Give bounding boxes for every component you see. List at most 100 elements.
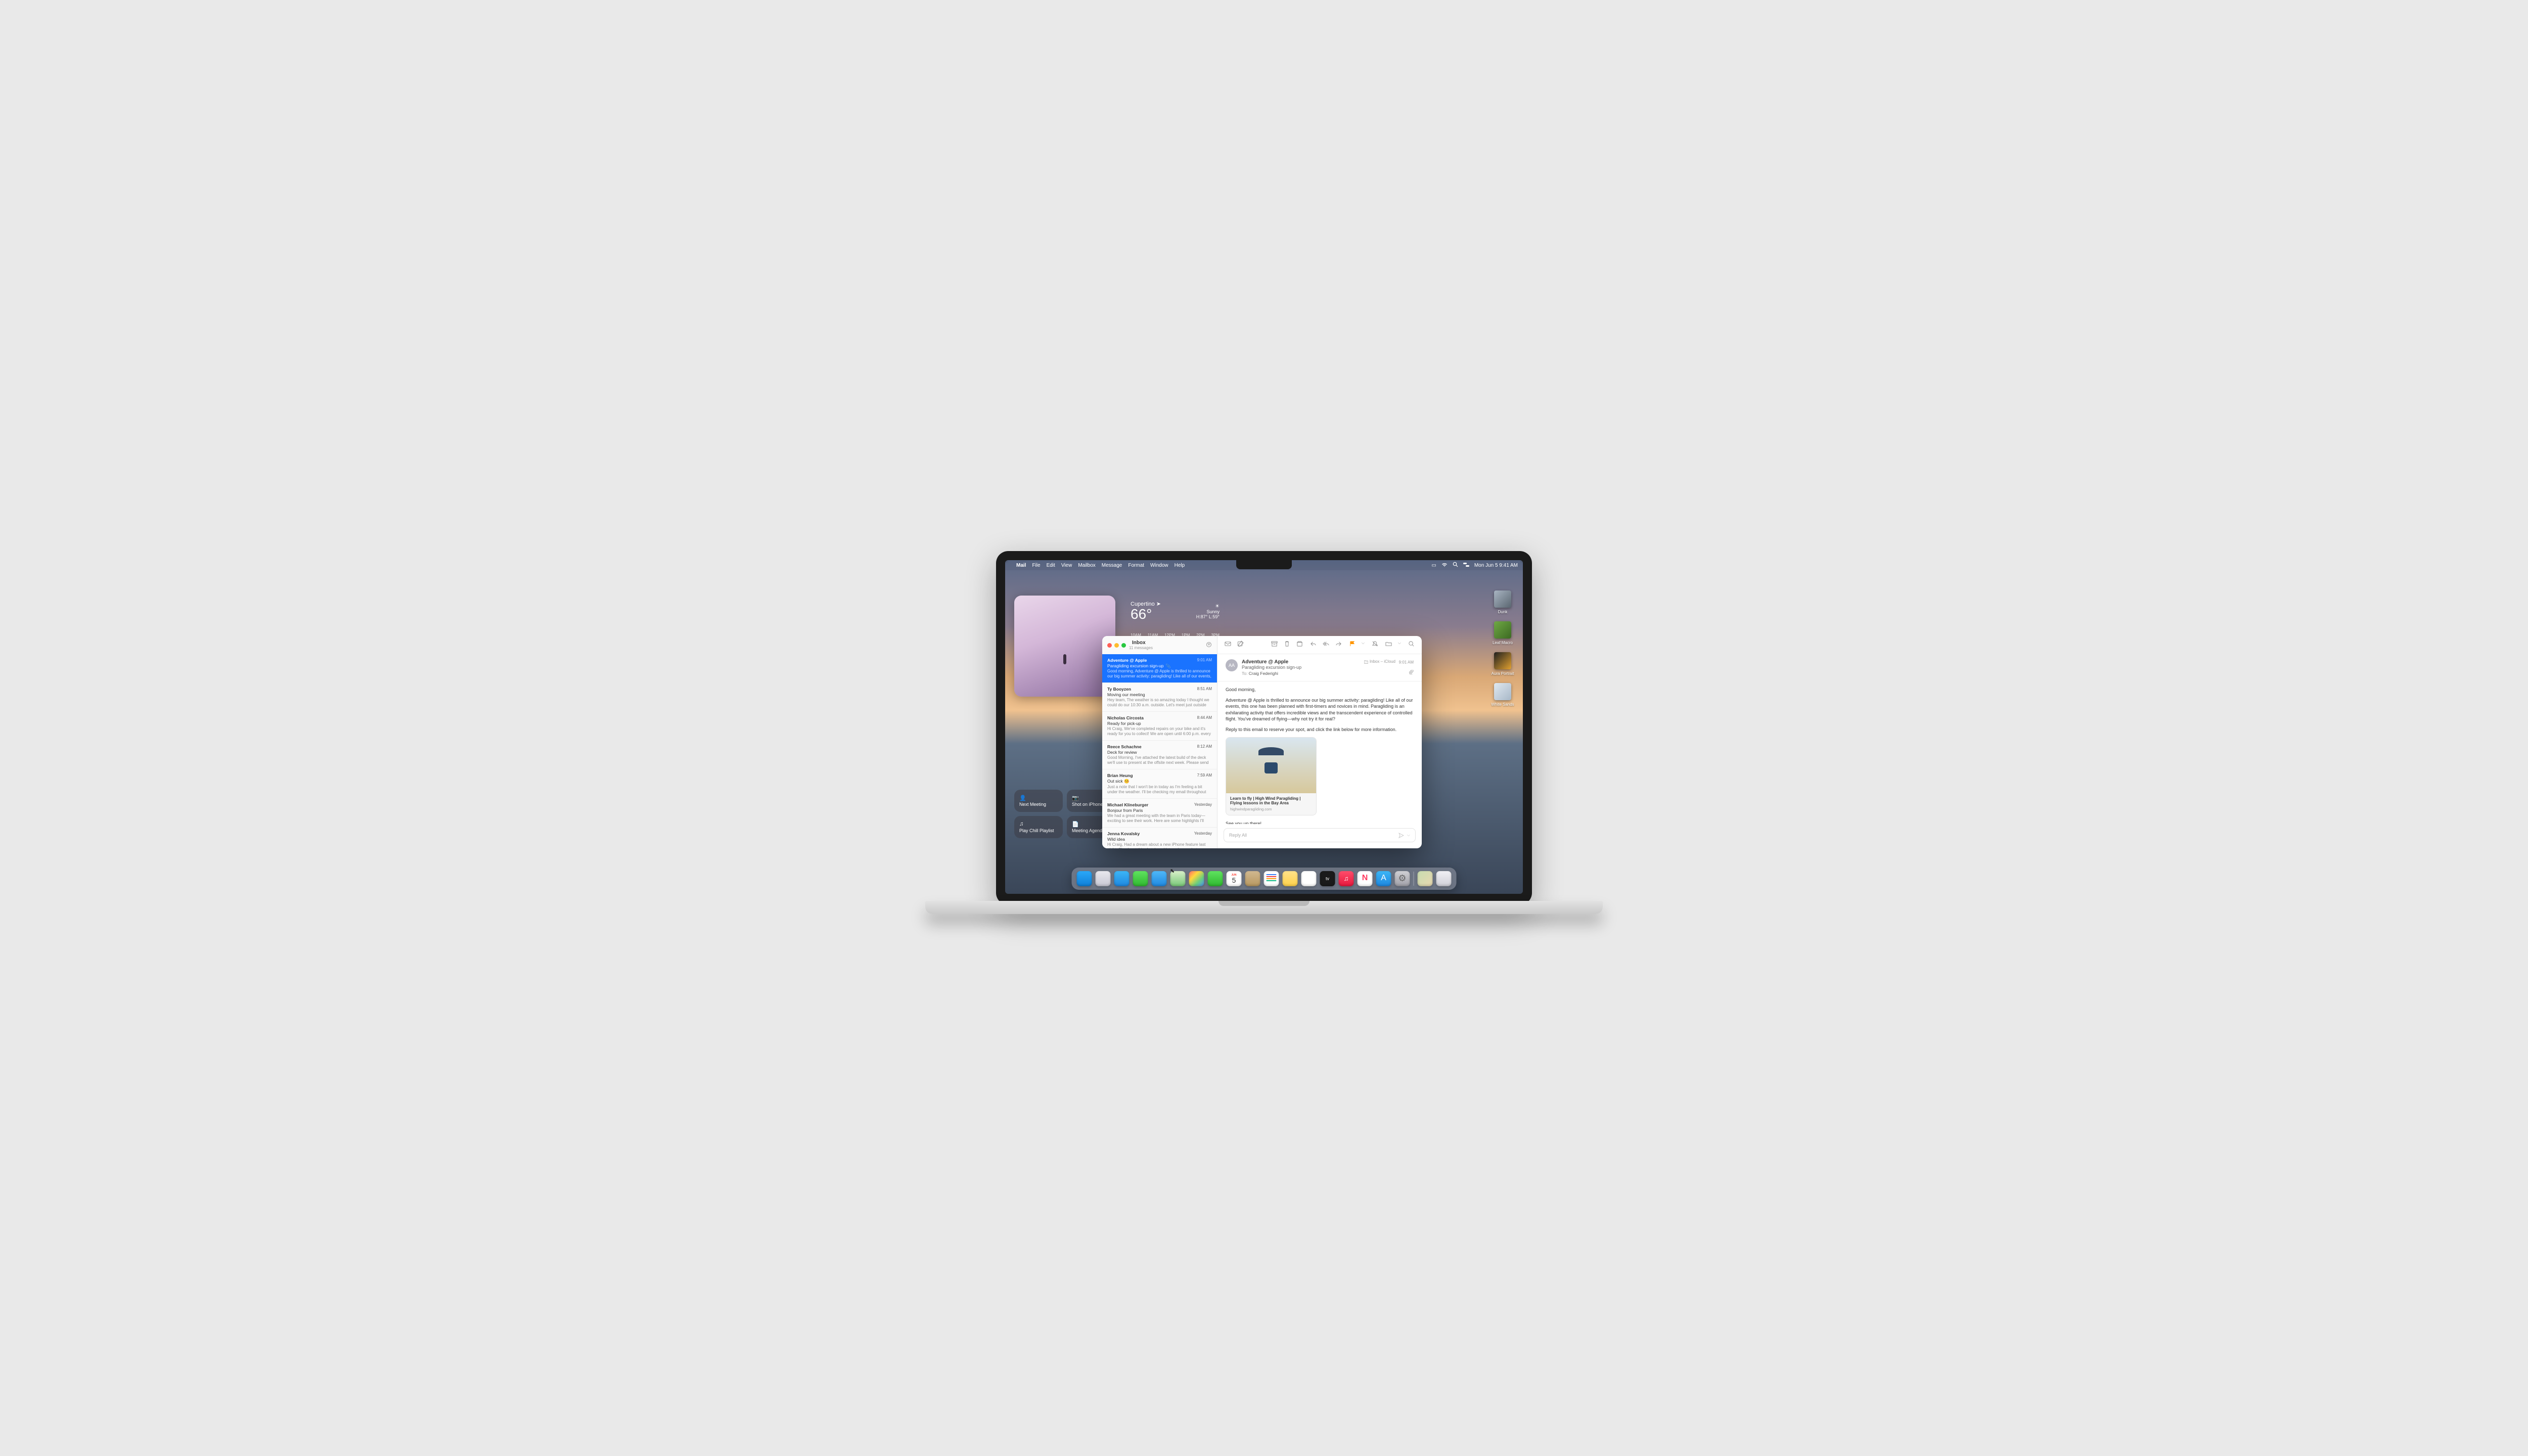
menubar-app-name[interactable]: Mail [1016,563,1026,568]
compose-icon[interactable] [1237,641,1244,650]
mini-widget-icon: ♫ [1019,821,1058,827]
menu-window[interactable]: Window [1150,563,1168,568]
mute-icon[interactable] [1372,641,1378,650]
dock-app-appstore[interactable]: A [1376,871,1391,886]
control-center-icon[interactable] [1463,562,1469,569]
flag-dropdown[interactable]: ⌵ [1362,641,1365,650]
mailbox-count: 11 messages [1129,646,1153,650]
menu-view[interactable]: View [1061,563,1072,568]
message-subject: Wild idea [1107,837,1212,842]
flag-icon[interactable] [1349,641,1356,650]
message-subject: Paragliding excursion sign-up📎 [1107,663,1212,668]
dock-app-music[interactable]: ♫ [1339,871,1354,886]
dock-app-facetime[interactable] [1208,871,1223,886]
message-row[interactable]: Adventure @ Apple9:01 AM Paragliding exc… [1102,654,1217,683]
filter-icon[interactable] [1206,642,1212,649]
message-row[interactable]: Michael KlineburgerYesterday Bonjour fro… [1102,799,1217,828]
message-location: Inbox – iCloud [1364,659,1395,664]
spotlight-icon[interactable] [1453,562,1458,569]
dock-app-reminders[interactable] [1264,871,1279,886]
desktop-file[interactable]: Dunk [1491,590,1515,614]
message-sender: Ty Booyzen [1107,687,1131,692]
dock-app-tv[interactable]: tv [1320,871,1335,886]
mini-widget-label: Play Chill Playlist [1019,828,1058,833]
sender-avatar: AA [1226,659,1238,671]
dock-app-notes[interactable] [1283,871,1298,886]
mini-widget-label: Next Meeting [1019,802,1058,807]
photo-figure [1063,654,1066,664]
message-subject: Deck for review [1107,750,1212,755]
link-preview-url: highwindparagliding.com [1230,807,1312,812]
desktop-file[interactable]: Aura Portrait [1491,652,1515,676]
search-icon[interactable] [1408,641,1415,650]
dock-app-finder[interactable] [1077,871,1092,886]
body-p1: Adventure @ Apple is thrilled to announc… [1226,697,1414,722]
reply-all-icon[interactable] [1323,641,1329,650]
dock-app-launchpad[interactable] [1096,871,1111,886]
photos-widget[interactable] [1014,596,1115,697]
mini-widget[interactable]: ♫Play Chill Playlist [1014,816,1063,838]
archive-icon[interactable] [1271,641,1278,650]
message-row[interactable]: Ty Booyzen8:51 AM Moving our meeting Hey… [1102,683,1217,712]
link-preview-image [1226,738,1316,793]
mail-list-pane: Inbox 11 messages Adventure @ Apple9:01 … [1102,636,1217,848]
close-button[interactable] [1107,643,1112,648]
wifi-icon[interactable] [1441,562,1448,569]
forward-icon[interactable] [1335,641,1342,650]
menubar-datetime[interactable]: Mon Jun 5 9:41 AM [1474,563,1518,568]
move-dropdown[interactable]: ⌵ [1398,641,1401,650]
menu-file[interactable]: File [1032,563,1040,568]
sun-icon: ☀︎ [1196,604,1220,609]
dock-app-calendar[interactable]: JUN5 [1227,871,1242,886]
message-sender: Reece Schachne [1107,744,1142,749]
mail-content-pane: ⌵ ⌵ AA Adventure @ Apple Paragliding exc… [1217,636,1422,848]
link-preview-title: Learn to fly | High Wind Paragliding | F… [1230,796,1312,806]
dock-trash[interactable] [1436,871,1452,886]
minimize-button[interactable] [1114,643,1119,648]
message-list: Adventure @ Apple9:01 AM Paragliding exc… [1102,654,1217,848]
paperclip-icon: 📎 [1166,664,1171,668]
menu-mailbox[interactable]: Mailbox [1078,563,1095,568]
desktop-file-label: Aura Portrait [1491,671,1515,676]
menu-edit[interactable]: Edit [1047,563,1055,568]
message-row[interactable]: Reece Schachne8:12 AM Deck for review Go… [1102,741,1217,769]
reply-icon[interactable] [1310,641,1317,650]
message-time: 8:44 AM [1197,715,1212,720]
menu-format[interactable]: Format [1128,563,1144,568]
dock-app-settings[interactable]: ⚙︎ [1395,871,1410,886]
dock-app-freeform[interactable] [1301,871,1317,886]
attachment-icon[interactable] [1364,670,1414,675]
message-time: 8:51 AM [1197,687,1212,692]
menu-help[interactable]: Help [1175,563,1185,568]
message-row[interactable]: Jenna KovalskyYesterday Wild idea Hi Cra… [1102,828,1217,848]
body-greeting: Good morning, [1226,687,1414,693]
junk-icon[interactable] [1296,641,1303,650]
desktop-file-label: Dunk [1491,610,1515,614]
dock-downloads[interactable] [1418,871,1433,886]
laptop-base [925,901,1603,914]
link-preview-card[interactable]: Learn to fly | High Wind Paragliding | F… [1226,737,1317,816]
body-p2: Reply to this email to reserve your spot… [1226,726,1414,733]
desktop-file[interactable]: Leaf Macro [1491,621,1515,645]
reply-bar[interactable]: Reply All ⌵ [1224,828,1416,842]
desktop-file[interactable]: White Sands [1491,683,1515,707]
message-row[interactable]: Nicholas Circosta8:44 AM Ready for pick-… [1102,712,1217,741]
message-row[interactable]: Brian Heung7:59 AM Out sick 🤒 Just a not… [1102,769,1217,799]
envelope-icon[interactable] [1225,641,1231,650]
send-controls[interactable]: ⌵ [1398,833,1410,838]
trash-icon[interactable] [1284,641,1290,650]
move-icon[interactable] [1385,641,1392,650]
zoom-button[interactable] [1121,643,1126,648]
mini-widget[interactable]: 👤Next Meeting [1014,790,1063,812]
dock-app-photos[interactable] [1189,871,1204,886]
cursor: ⬉ [1170,868,1175,874]
message-preview: Good Morning, I've attached the latest b… [1107,755,1212,765]
dock-app-contacts[interactable] [1245,871,1260,886]
reply-placeholder: Reply All [1229,833,1247,838]
dock-app-safari[interactable] [1114,871,1130,886]
menu-message[interactable]: Message [1102,563,1122,568]
dock-app-messages[interactable] [1133,871,1148,886]
battery-icon[interactable]: ▭ [1431,563,1436,568]
dock-app-news[interactable]: N [1358,871,1373,886]
dock-app-mail[interactable] [1152,871,1167,886]
